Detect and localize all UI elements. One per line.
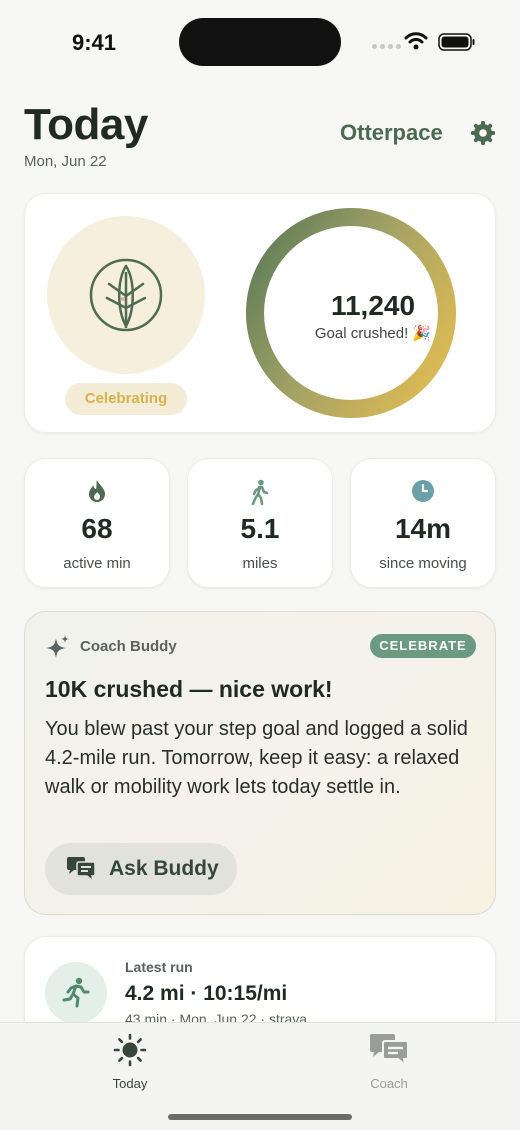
coach-heading: 10K crushed — nice work!: [45, 676, 333, 702]
status-time: 9:41: [72, 30, 117, 55]
page-date: Mon, Jun 22: [24, 153, 107, 170]
latest-run-title: 4.2 mi · 10:15/mi: [125, 982, 288, 1005]
steps-caption: Goal crushed! 🎉: [314, 325, 432, 342]
running-icon: [62, 977, 90, 1008]
sun-icon: [113, 1033, 147, 1067]
home-indicator: [168, 1114, 352, 1120]
chat-bubbles-icon: [67, 857, 96, 882]
brand-name: Otterpace: [340, 120, 443, 145]
stat-value: 68: [81, 513, 113, 544]
settings-gear-icon[interactable]: [470, 120, 496, 146]
signal-icon: [372, 44, 401, 49]
coach-name: Coach Buddy: [80, 638, 177, 655]
wifi-icon: [404, 32, 428, 50]
stat-card-since-moving: 14m since moving: [350, 458, 496, 588]
stat-label: active min: [63, 555, 131, 572]
pet-avatar: [47, 216, 205, 374]
coach-message: You blew past your step goal and logged …: [45, 718, 468, 798]
page-title: Today: [24, 100, 148, 149]
tab-label: Today: [112, 1076, 148, 1091]
tab-bar: Today Coach: [0, 1022, 520, 1130]
coach-card: Coach Buddy CELEBRATE 10K crushed — nice…: [24, 611, 496, 915]
clock-icon: [412, 480, 434, 502]
run-avatar: [45, 962, 107, 1024]
stat-label: since moving: [379, 555, 467, 572]
walking-icon: [251, 479, 269, 505]
battery-icon: [438, 33, 475, 51]
latest-run-label: Latest run: [125, 959, 193, 975]
dynamic-island: [179, 18, 341, 66]
stat-card-miles: 5.1 miles: [187, 458, 333, 588]
coach-status-badge: CELEBRATE: [370, 634, 476, 658]
stat-label: miles: [242, 555, 278, 572]
daily-summary-card: Celebrating 11,240 Goal crushed! 🎉: [24, 193, 496, 433]
stat-card-active-minutes: 68 active min: [24, 458, 170, 588]
chat-bubbles-icon: [370, 1034, 409, 1068]
status-bar: 9:41: [0, 0, 520, 84]
mood-badge: Celebrating: [65, 383, 187, 415]
sparkle-icon: [46, 635, 69, 658]
tab-today[interactable]: Today: [90, 1033, 170, 1091]
ask-buddy-label: Ask Buddy: [109, 857, 219, 880]
flame-icon: [89, 480, 105, 502]
stat-value: 5.1: [240, 513, 280, 544]
tab-label: Coach: [370, 1076, 408, 1091]
ask-buddy-button[interactable]: Ask Buddy: [45, 843, 237, 895]
stat-value: 14m: [394, 513, 452, 544]
plant-leaf-icon: [89, 258, 163, 332]
tab-coach[interactable]: Coach: [349, 1033, 429, 1091]
steps-count: 11,240: [330, 290, 416, 321]
